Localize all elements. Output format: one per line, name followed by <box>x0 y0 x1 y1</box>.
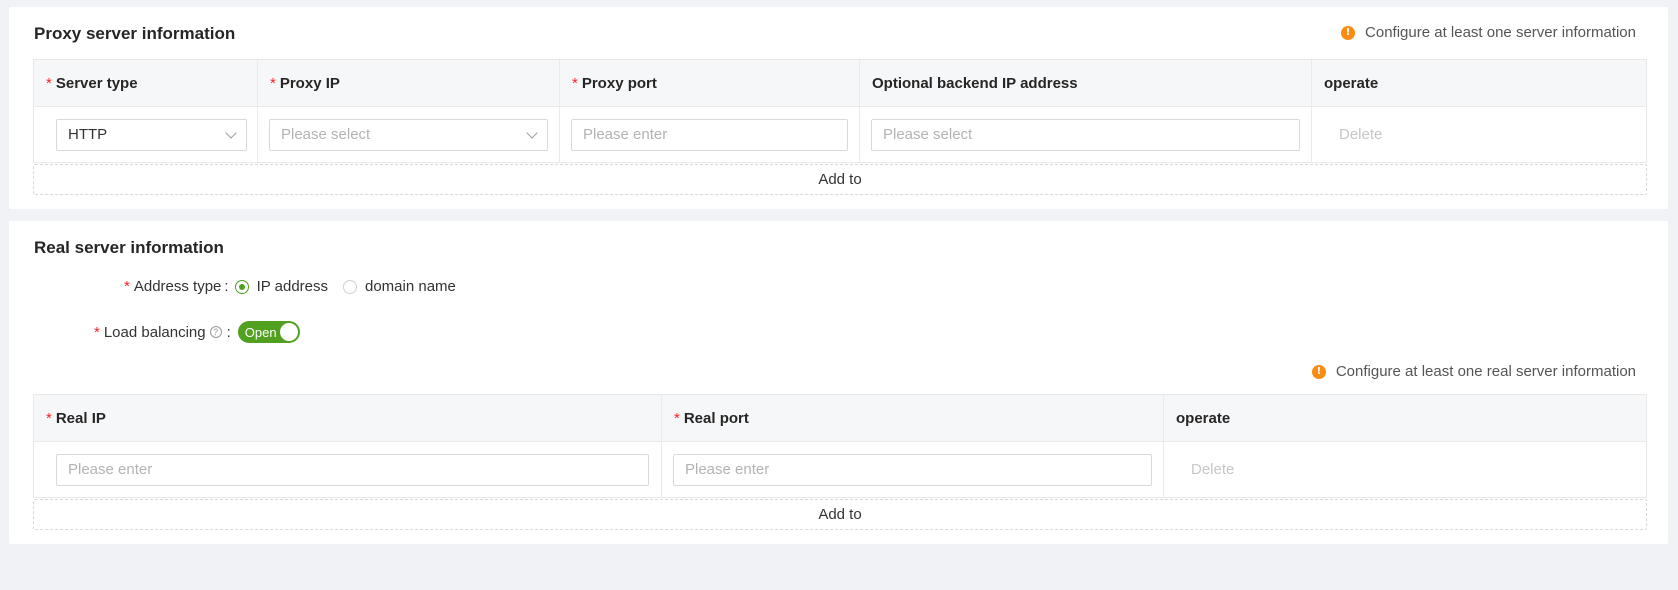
address-type-label: Address type <box>133 278 222 295</box>
question-circle-icon[interactable]: ? <box>209 326 222 338</box>
radio-unchecked-icon <box>343 279 357 294</box>
proxy-notice: ! Configure at least one server informat… <box>1341 24 1636 41</box>
delete-button[interactable]: Delete <box>1176 461 1234 478</box>
table-row: Please enter Please enter Delete <box>34 442 1646 497</box>
server-type-select[interactable]: HTTP <box>56 118 247 151</box>
add-real-server-button[interactable]: Add to <box>33 499 1647 530</box>
delete-button[interactable]: Delete <box>1324 126 1382 143</box>
chevron-down-icon <box>225 126 237 139</box>
real-ip-input[interactable]: Please enter <box>56 453 649 486</box>
real-server-card: Real server information * Address type :… <box>9 221 1668 544</box>
col-server-type: * Server type <box>34 60 258 106</box>
col-real-ip: * Real IP <box>34 395 662 441</box>
load-balancing-label: Load balancing <box>103 323 206 341</box>
table-row: HTTP Please select Please enter Please s… <box>34 107 1646 162</box>
backend-ip-select[interactable]: Please select <box>871 118 1300 151</box>
add-proxy-button[interactable]: Add to <box>33 164 1647 195</box>
col-real-port: * Real port <box>662 395 1164 441</box>
proxy-section-title: Proxy server information <box>34 24 236 43</box>
proxy-notice-text: Configure at least one server informatio… <box>1365 24 1636 41</box>
load-balancing-toggle[interactable]: Open <box>237 321 300 343</box>
radio-checked-icon <box>234 279 249 294</box>
info-warning-icon: ! <box>1311 364 1326 379</box>
load-balancing-row: * Load balancing ? : Open <box>94 321 300 343</box>
proxy-table: * Server type * Proxy IP * Proxy port Optio… <box>33 59 1647 163</box>
proxy-port-input[interactable]: Please enter <box>571 118 848 151</box>
toggle-knob <box>279 323 298 341</box>
chevron-down-icon <box>526 126 538 139</box>
real-section-title: Real server information <box>34 238 224 257</box>
col-proxy-port: * Proxy port <box>560 60 860 106</box>
info-warning-icon: ! <box>1341 25 1356 40</box>
proxy-ip-select[interactable]: Please select <box>269 118 548 151</box>
col-backend-ip: Optional backend IP address <box>860 60 1312 106</box>
real-notice-text: Configure at least one real server infor… <box>1335 363 1636 380</box>
radio-domain-name[interactable]: domain name <box>343 278 456 295</box>
real-notice: ! Configure at least one real server inf… <box>1311 363 1636 380</box>
col-operate: operate <box>1176 409 1231 427</box>
radio-ip-address[interactable]: IP address <box>234 278 328 295</box>
proxy-table-header: * Server type * Proxy IP * Proxy port Optio… <box>34 60 1646 107</box>
address-type-row: * Address type : IP address domain name <box>124 278 456 295</box>
proxy-server-card: Proxy server information ! Configure at … <box>9 7 1668 209</box>
real-port-input[interactable]: Please enter <box>673 453 1152 486</box>
real-table: * Real IP * Real port operate Please enter… <box>33 394 1647 498</box>
col-proxy-ip: * Proxy IP <box>258 60 560 106</box>
col-operate: operate <box>1324 74 1379 92</box>
real-table-header: * Real IP * Real port operate <box>34 395 1646 442</box>
